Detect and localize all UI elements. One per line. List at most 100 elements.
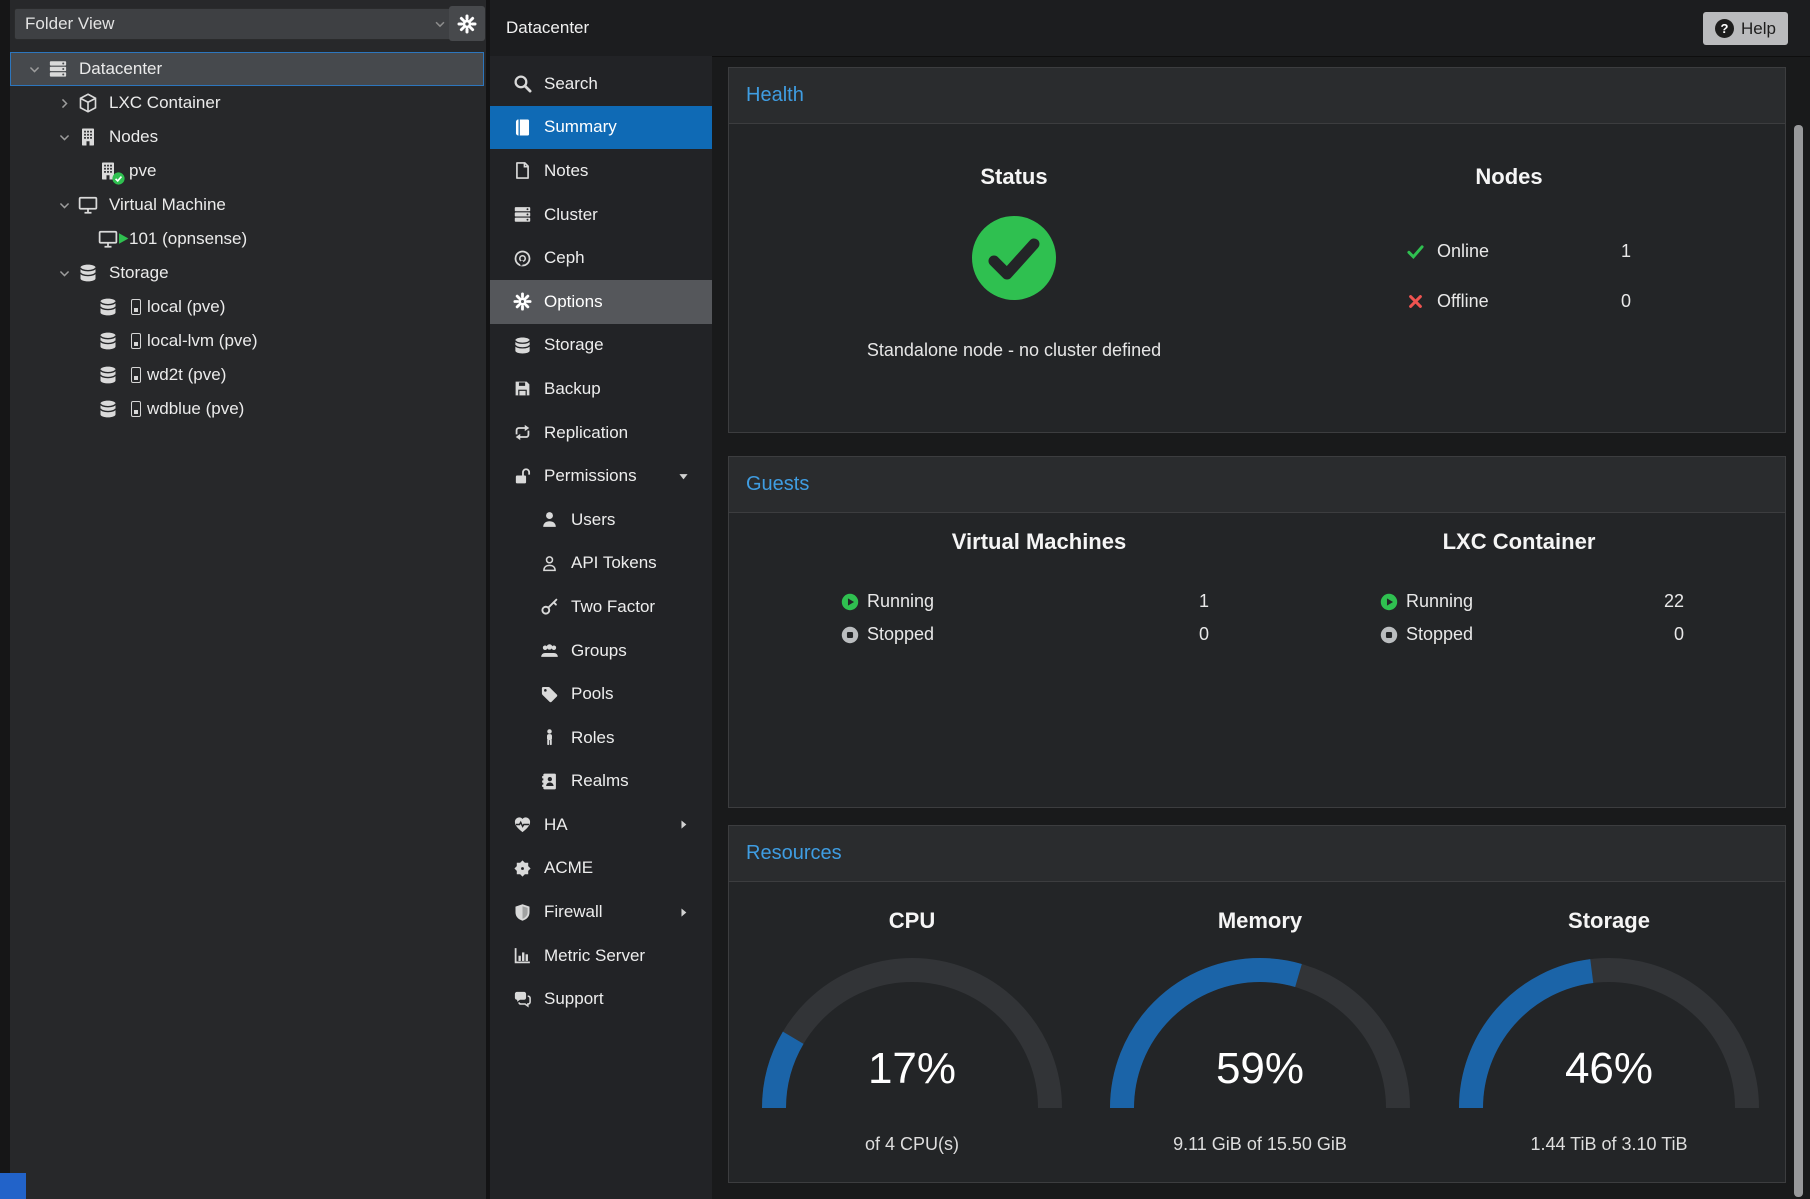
tree-item-storage[interactable]: Storage	[10, 256, 486, 290]
tree-item-label: 101 (opnsense)	[129, 229, 247, 249]
status-message: Standalone node - no cluster defined	[814, 340, 1214, 361]
server-icon	[46, 58, 70, 80]
window-edge	[0, 0, 10, 1199]
resources-panel-title: Resources	[729, 826, 1785, 882]
health-panel: Health Status Standalone node - no clust…	[728, 67, 1786, 433]
menu-item-two-factor[interactable]: Two Factor	[490, 585, 712, 629]
note-icon	[513, 161, 532, 180]
menu-item-realms[interactable]: Realms	[490, 760, 712, 804]
tag-icon	[540, 685, 559, 704]
menu-item-support[interactable]: Support	[490, 977, 712, 1021]
running-label: Running	[1406, 591, 1473, 612]
menu-item-metric-server[interactable]: Metric Server	[490, 934, 712, 978]
view-selector-value: Folder View	[25, 14, 114, 34]
menu-item-label: Groups	[571, 641, 627, 661]
menu-item-cluster[interactable]: Cluster	[490, 193, 712, 237]
chart-icon	[513, 946, 532, 965]
chevron-down-icon[interactable]	[24, 63, 44, 76]
replication-icon	[511, 423, 533, 442]
play-circle-icon	[1380, 593, 1398, 611]
nodes-online-row: Online 1	[1407, 226, 1729, 276]
menu-item-summary[interactable]: Summary	[490, 106, 712, 150]
ceph-icon	[513, 249, 532, 268]
chevron-right-icon[interactable]	[54, 97, 74, 110]
chevron-down-icon[interactable]	[54, 267, 74, 280]
storage-subtext: 1.44 TiB of 3.10 TiB	[1449, 1134, 1769, 1155]
config-menu: SearchSummaryNotesClusterCephOptions Stor…	[490, 56, 712, 1199]
tree-item-local-lvm-pve[interactable]: local-lvm (pve)	[10, 324, 486, 358]
menu-item-permissions[interactable]: Permissions	[490, 454, 712, 498]
user-outline-icon	[540, 554, 559, 573]
menu-item-api-tokens[interactable]: API Tokens	[490, 542, 712, 586]
monitor-icon	[98, 229, 118, 249]
tree-item-wdblue-pve[interactable]: wdblue (pve)	[10, 392, 486, 426]
menu-item-pools[interactable]: Pools	[490, 672, 712, 716]
menu-item-replication[interactable]: Replication	[490, 411, 712, 455]
menu-item-notes[interactable]: Notes	[490, 149, 712, 193]
caret-down-icon	[677, 470, 690, 483]
gear-icon	[511, 292, 533, 311]
tree-item-lxc-container[interactable]: LXC Container	[10, 86, 486, 120]
menu-item-users[interactable]: Users	[490, 498, 712, 542]
status-heading: Status	[814, 164, 1214, 190]
stop-circle-icon	[1380, 626, 1398, 644]
menu-item-ha[interactable]: HA	[490, 803, 712, 847]
user-outline-icon	[538, 554, 560, 573]
tree-item-nodes[interactable]: Nodes	[10, 120, 486, 154]
tree-item-label: Datacenter	[79, 59, 162, 79]
tree-item-label: Virtual Machine	[109, 195, 226, 215]
server-icon	[48, 59, 68, 79]
tree-item-label: wd2t (pve)	[147, 365, 226, 385]
online-value: 1	[1621, 241, 1729, 262]
storage-gauge: Storage 46% 1.44 TiB of 3.10 TiB	[1449, 908, 1769, 1155]
help-button[interactable]: ? Help	[1703, 12, 1788, 45]
cross-icon	[1407, 293, 1424, 310]
tree-item-datacenter[interactable]: Datacenter	[10, 52, 484, 86]
database-icon	[511, 336, 533, 355]
memory-percent: 59%	[1110, 1044, 1410, 1094]
proxmox-app: Folder View Datacenter LXC ContainerNodes…	[0, 0, 1810, 1199]
tree-item-wd2t-pve[interactable]: wd2t (pve)	[10, 358, 486, 392]
note-icon	[511, 161, 533, 180]
tree-item-pve[interactable]: pve	[10, 154, 486, 188]
tree-item-virtual-machine[interactable]: Virtual Machine	[10, 188, 486, 222]
users-icon	[538, 641, 560, 660]
memory-heading: Memory	[1100, 908, 1420, 934]
database-icon	[513, 336, 532, 355]
health-panel-title: Health	[729, 68, 1785, 124]
menu-item-firewall[interactable]: Firewall	[490, 890, 712, 934]
menu-item-storage[interactable]: Storage	[490, 324, 712, 368]
menu-item-backup[interactable]: Backup	[490, 367, 712, 411]
menu-item-label: Two Factor	[571, 597, 655, 617]
vm-stopped-row: Stopped 0	[841, 618, 1209, 651]
database-icon	[98, 331, 118, 351]
menu-item-acme[interactable]: ACME	[490, 847, 712, 891]
menu-item-label: Storage	[544, 335, 604, 355]
menu-item-label: Realms	[571, 771, 629, 791]
user-icon	[538, 510, 560, 529]
tree-item-label: local-lvm (pve)	[147, 331, 258, 351]
database-icon	[98, 365, 118, 385]
help-label: Help	[1741, 19, 1776, 39]
resources-panel: Resources CPU 17% of 4 CPU(s) Memory	[728, 825, 1786, 1183]
tree-item-label: wdblue (pve)	[147, 399, 244, 419]
cluster-status: Status Standalone node - no cluster defi…	[814, 164, 1214, 361]
menu-item-ceph[interactable]: Ceph	[490, 236, 712, 280]
menu-item-roles[interactable]: Roles	[490, 716, 712, 760]
vertical-scrollbar[interactable]	[1794, 125, 1803, 1197]
storage-percent: 46%	[1459, 1044, 1759, 1094]
menu-item-search[interactable]: Search	[490, 62, 712, 106]
tree-item-local-pve[interactable]: local (pve)	[10, 290, 486, 324]
menu-item-label: Replication	[544, 423, 628, 443]
chevron-down-icon[interactable]	[54, 199, 74, 212]
chevron-down-icon[interactable]	[54, 131, 74, 144]
memory-subtext: 9.11 GiB of 15.50 GiB	[1100, 1134, 1420, 1155]
running-value: 1	[1199, 591, 1209, 612]
check-circle-icon	[972, 216, 1056, 300]
menu-item-options[interactable]: Options	[490, 280, 712, 324]
view-selector[interactable]: Folder View	[14, 8, 458, 40]
tree-settings-button[interactable]	[449, 6, 485, 41]
chart-icon	[511, 946, 533, 965]
menu-item-groups[interactable]: Groups	[490, 629, 712, 673]
tree-item-101-opnsense[interactable]: 101 (opnsense)	[10, 222, 486, 256]
